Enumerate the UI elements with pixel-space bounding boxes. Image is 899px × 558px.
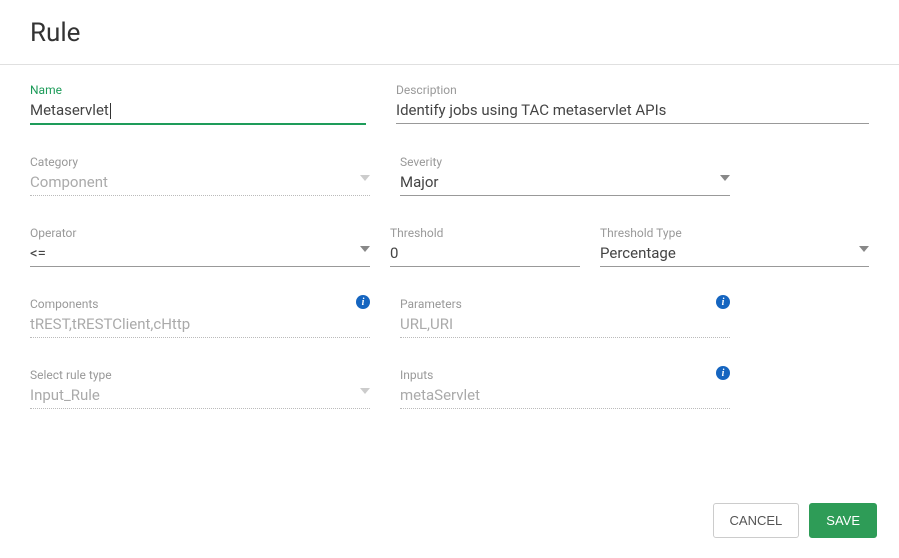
value-severity: Major — [400, 173, 730, 195]
chevron-down-icon — [360, 175, 370, 181]
label-severity: Severity — [400, 155, 730, 169]
input-threshold[interactable]: 0 — [390, 244, 580, 267]
input-description[interactable]: Identify jobs using TAC metaservlet APIs — [396, 101, 869, 124]
field-category: Category Component — [30, 155, 370, 196]
label-description: Description — [396, 83, 869, 97]
row-operator-threshold: Operator <= Threshold 0 Threshold Type P… — [30, 226, 869, 267]
label-inputs: Inputs — [400, 368, 730, 382]
label-threshold: Threshold — [390, 226, 580, 240]
value-rule-type: Input_Rule — [30, 386, 370, 408]
value-inputs: metaServlet — [400, 386, 730, 409]
select-category: Component — [30, 173, 370, 196]
field-description[interactable]: Description Identify jobs using TAC meta… — [396, 83, 869, 125]
field-operator[interactable]: Operator <= — [30, 226, 370, 267]
chevron-down-icon — [360, 388, 370, 394]
dialog-footer: CANCEL SAVE — [713, 503, 877, 538]
field-components: i Components tREST,tRESTClient,cHttp — [30, 297, 370, 338]
chevron-down-icon[interactable] — [360, 246, 370, 252]
save-button[interactable]: SAVE — [809, 503, 877, 538]
field-threshold[interactable]: Threshold 0 — [390, 226, 580, 267]
row-components-parameters: i Components tREST,tRESTClient,cHttp i P… — [30, 297, 869, 338]
row-category-severity: Category Component Severity Major — [30, 155, 869, 196]
value-category: Component — [30, 173, 370, 195]
field-inputs: i Inputs metaServlet — [400, 368, 730, 409]
label-threshold-type: Threshold Type — [600, 226, 869, 240]
select-operator[interactable]: <= — [30, 244, 370, 267]
row-ruletype-inputs: Select rule type Input_Rule i Inputs met… — [30, 368, 869, 409]
info-icon[interactable]: i — [716, 366, 730, 380]
info-icon[interactable]: i — [356, 295, 370, 309]
form-body: Name Metaservlet Description Identify jo… — [0, 65, 899, 419]
field-parameters: i Parameters URL,URI — [400, 297, 730, 338]
value-operator: <= — [30, 244, 370, 266]
rule-dialog: Rule Name Metaservlet Description Identi… — [0, 0, 899, 419]
value-components: tREST,tRESTClient,cHttp — [30, 315, 370, 338]
cancel-button[interactable]: CANCEL — [713, 503, 800, 538]
select-rule-type: Input_Rule — [30, 386, 370, 409]
value-parameters: URL,URI — [400, 315, 730, 338]
row-name-description: Name Metaservlet Description Identify jo… — [30, 83, 869, 125]
chevron-down-icon[interactable] — [720, 175, 730, 181]
field-rule-type: Select rule type Input_Rule — [30, 368, 370, 409]
field-severity[interactable]: Severity Major — [400, 155, 730, 196]
dialog-header: Rule — [0, 0, 899, 65]
value-threshold-type: Percentage — [600, 244, 869, 266]
field-threshold-type[interactable]: Threshold Type Percentage — [600, 226, 869, 267]
label-parameters: Parameters — [400, 297, 730, 311]
field-name[interactable]: Name Metaservlet — [30, 83, 366, 125]
label-category: Category — [30, 155, 370, 169]
label-components: Components — [30, 297, 370, 311]
label-name: Name — [30, 83, 366, 97]
dialog-title: Rule — [30, 18, 869, 48]
label-operator: Operator — [30, 226, 370, 240]
select-threshold-type[interactable]: Percentage — [600, 244, 869, 267]
select-severity[interactable]: Major — [400, 173, 730, 196]
chevron-down-icon[interactable] — [859, 246, 869, 252]
input-name[interactable]: Metaservlet — [30, 101, 366, 125]
label-rule-type: Select rule type — [30, 368, 370, 382]
info-icon[interactable]: i — [716, 295, 730, 309]
